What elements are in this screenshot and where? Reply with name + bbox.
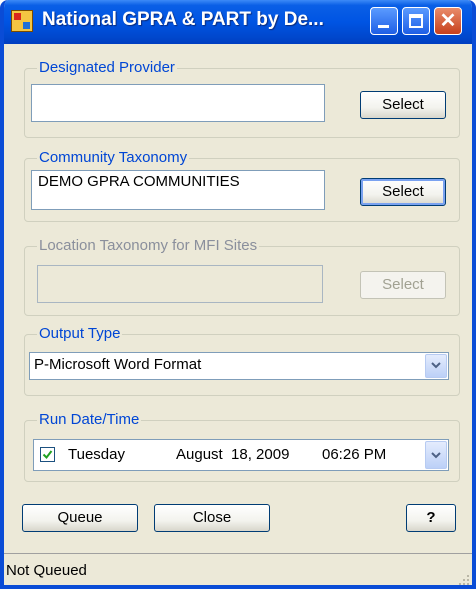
output-type-select[interactable]: P-Microsoft Word Format (29, 352, 449, 380)
output-type-label: Output Type (37, 325, 123, 343)
run-weekday[interactable]: Tuesday (68, 440, 125, 470)
output-type-group: Output Type P-Microsoft Word Format (24, 325, 460, 396)
resize-grip-icon[interactable] (456, 572, 470, 586)
chevron-down-icon (431, 452, 441, 459)
location-taxonomy-select-button[interactable]: Select (360, 271, 446, 299)
run-date[interactable]: August 18, 2009 (176, 440, 289, 470)
close-icon: ✕ (439, 10, 457, 32)
location-taxonomy-field[interactable] (37, 265, 323, 303)
designated-provider-select-button[interactable]: Select (360, 91, 446, 119)
community-taxonomy-select-button[interactable]: Select (360, 178, 446, 206)
run-datetime-checkbox[interactable] (40, 447, 55, 462)
close-button[interactable]: Close (154, 504, 270, 532)
run-datetime-dropdown-button[interactable] (425, 441, 447, 469)
maximize-icon (409, 14, 423, 28)
report-window: National GPRA & PART by De... ✕ Designat… (0, 0, 476, 589)
title-bar[interactable]: National GPRA & PART by De... ✕ (4, 0, 472, 44)
check-icon (42, 450, 53, 460)
maximize-button[interactable] (402, 7, 430, 35)
run-datetime-label: Run Date/Time (37, 411, 142, 429)
designated-provider-label: Designated Provider (37, 59, 177, 77)
run-datetime-picker[interactable]: Tuesday August 18, 2009 06:26 PM (33, 439, 449, 471)
chevron-down-icon (431, 362, 441, 369)
minimize-icon (378, 25, 389, 28)
queue-button[interactable]: Queue (22, 504, 138, 532)
location-taxonomy-group: Location Taxonomy for MFI Sites Select (24, 237, 460, 316)
community-taxonomy-field[interactable]: DEMO GPRA COMMUNITIES (31, 170, 325, 210)
designated-provider-group: Designated Provider Select (24, 59, 460, 138)
community-taxonomy-label: Community Taxonomy (37, 149, 190, 167)
help-button[interactable]: ? (406, 504, 456, 532)
app-icon[interactable] (11, 10, 33, 32)
run-datetime-group: Run Date/Time Tuesday August 18, 2009 06… (24, 411, 460, 482)
location-taxonomy-label: Location Taxonomy for MFI Sites (37, 237, 260, 255)
status-text: Not Queued (6, 562, 87, 579)
designated-provider-field[interactable] (31, 84, 325, 122)
output-type-value: P-Microsoft Word Format (34, 356, 202, 373)
minimize-button[interactable] (370, 7, 398, 35)
window-title: National GPRA & PART by De... (42, 9, 324, 30)
output-type-dropdown-button[interactable] (425, 354, 447, 378)
run-time[interactable]: 06:26 PM (322, 440, 386, 470)
status-bar: Not Queued (4, 553, 472, 586)
community-taxonomy-group: Community Taxonomy DEMO GPRA COMMUNITIES… (24, 149, 460, 222)
close-window-button[interactable]: ✕ (434, 7, 462, 35)
